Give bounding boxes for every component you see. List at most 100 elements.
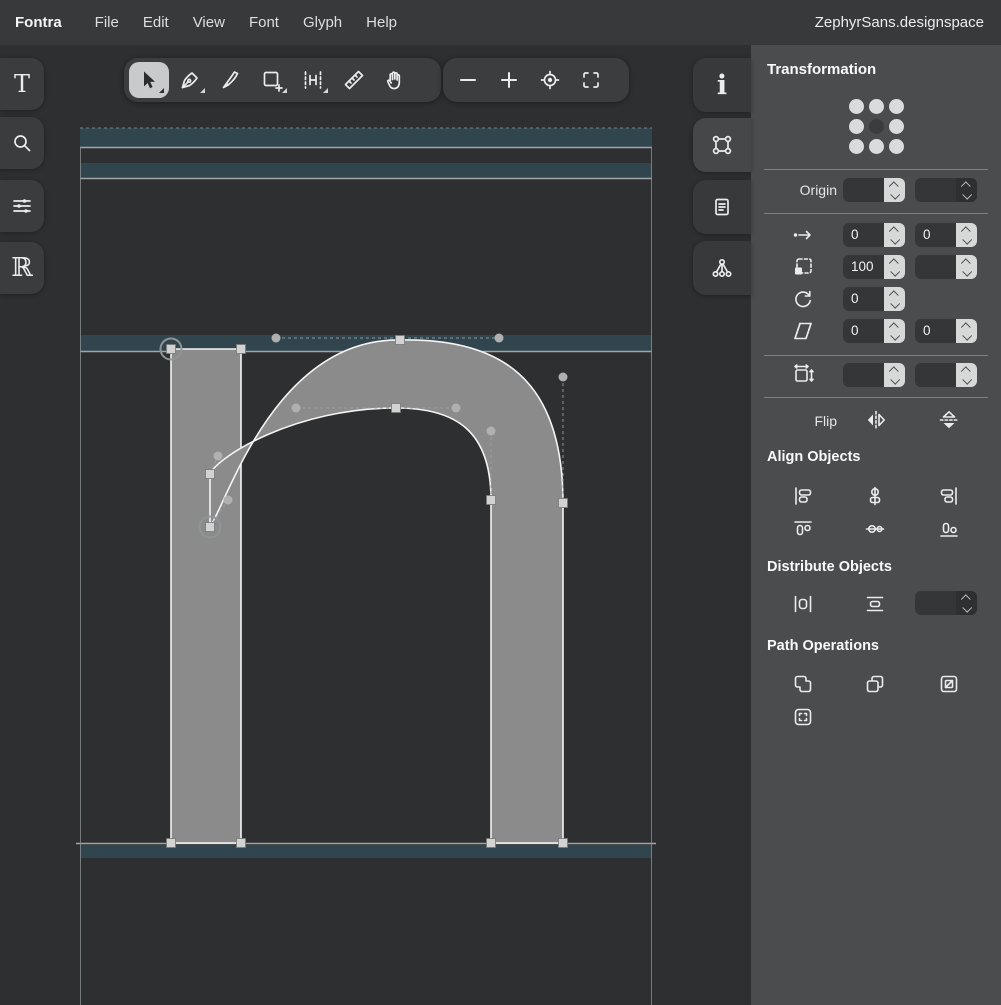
related-glyphs-icon	[712, 258, 732, 278]
flip-horizontal-button[interactable]	[861, 407, 891, 433]
document-title: ZephyrSans.designspace	[814, 14, 984, 31]
width-input[interactable]	[843, 363, 905, 387]
pen-tool-button[interactable]	[170, 62, 210, 98]
edit-tools-toolbar	[124, 58, 441, 102]
move-x-input[interactable]: 0	[843, 223, 905, 247]
origin-dot-middle-right[interactable]	[889, 119, 904, 134]
menu-file[interactable]: File	[95, 14, 119, 31]
distribute-value-stepper[interactable]	[956, 591, 977, 615]
skew-y-input[interactable]: 0	[915, 319, 977, 343]
origin-x-stepper[interactable]	[884, 178, 905, 202]
zoom-out-button[interactable]	[448, 62, 488, 98]
zoom-to-selection-button[interactable]	[530, 62, 570, 98]
origin-y-stepper[interactable]	[956, 178, 977, 202]
hand-tool-button[interactable]	[375, 62, 415, 98]
pointer-tool-button[interactable]	[129, 62, 169, 98]
origin-dot-bottom-center[interactable]	[869, 139, 884, 154]
align-left-icon	[795, 487, 812, 505]
measure-tool-button[interactable]	[334, 62, 374, 98]
skew-y-stepper[interactable]	[956, 319, 977, 343]
align-bottom-button[interactable]	[934, 516, 964, 542]
scale-icon	[787, 255, 819, 279]
path-ops-section-header: Path Operations	[767, 638, 879, 654]
origin-dot-bottom-left[interactable]	[849, 139, 864, 154]
align-top-icon	[794, 521, 812, 536]
origin-y-input[interactable]	[915, 178, 977, 202]
menu-view[interactable]: View	[193, 14, 225, 31]
rotate-input[interactable]: 0	[843, 287, 905, 311]
flip-vertical-icon	[939, 411, 959, 429]
move-y-input[interactable]: 0	[915, 223, 977, 247]
distribute-horizontal-button[interactable]	[788, 591, 818, 617]
align-middle-icon	[865, 525, 885, 534]
flip-label: Flip	[814, 413, 837, 429]
origin-selector	[849, 99, 904, 154]
knife-tool-button[interactable]	[211, 62, 251, 98]
ruler-icon	[344, 70, 364, 90]
origin-x-input[interactable]	[843, 178, 905, 202]
shape-tool-button[interactable]	[252, 62, 292, 98]
origin-dot-bottom-right[interactable]	[889, 139, 904, 154]
menu-help[interactable]: Help	[366, 14, 397, 31]
path-intersect-button[interactable]	[934, 671, 964, 697]
width-stepper[interactable]	[884, 363, 905, 387]
menu-glyph[interactable]: Glyph	[303, 14, 342, 31]
menu-font[interactable]: Font	[249, 14, 279, 31]
tab-designspace-navigation[interactable]	[0, 180, 44, 232]
origin-dot-middle-left[interactable]	[849, 119, 864, 134]
tab-reference-font[interactable]: ℝ	[0, 242, 44, 294]
notes-icon	[715, 198, 729, 216]
origin-dot-top-left[interactable]	[849, 99, 864, 114]
reference-font-icon: ℝ	[11, 253, 33, 283]
pointer-icon	[144, 71, 155, 89]
align-middle-button[interactable]	[860, 516, 890, 542]
align-right-button[interactable]	[934, 483, 964, 509]
move-x-stepper[interactable]	[884, 223, 905, 247]
height-input[interactable]	[915, 363, 977, 387]
distribute-vertical-button[interactable]	[860, 591, 890, 617]
path-subtract-button[interactable]	[860, 671, 890, 697]
tab-text-entry[interactable]: T	[0, 58, 44, 110]
divider	[764, 397, 988, 398]
align-center-button[interactable]	[860, 483, 890, 509]
zoom-fit-button[interactable]	[571, 62, 611, 98]
tab-glyph-info[interactable]: i	[693, 58, 751, 112]
scale-y-stepper[interactable]	[956, 255, 977, 279]
zoom-in-button[interactable]	[489, 62, 529, 98]
tab-related-glyphs[interactable]	[693, 241, 751, 295]
divider	[764, 169, 988, 170]
align-left-button[interactable]	[788, 483, 818, 509]
menu-edit[interactable]: Edit	[143, 14, 169, 31]
flip-vertical-button[interactable]	[934, 407, 964, 433]
origin-dot-top-center[interactable]	[869, 99, 884, 114]
distribute-value-input[interactable]	[915, 591, 977, 615]
move-y-stepper[interactable]	[956, 223, 977, 247]
scale-x-stepper[interactable]	[884, 255, 905, 279]
divider	[764, 355, 988, 356]
align-center-vertical-axis-icon	[869, 486, 881, 506]
skew-x-stepper[interactable]	[884, 319, 905, 343]
rotate-stepper[interactable]	[884, 287, 905, 311]
scale-y-input[interactable]	[915, 255, 977, 279]
knife-icon	[222, 71, 239, 89]
height-stepper[interactable]	[956, 363, 977, 387]
tab-glyph-search[interactable]	[0, 117, 44, 169]
origin-dot-center[interactable]	[869, 119, 884, 134]
glyph-scene[interactable]	[0, 45, 751, 1005]
skew-x-input[interactable]: 0	[843, 319, 905, 343]
path-exclude-button[interactable]	[788, 704, 818, 730]
tab-selection-transformation[interactable]	[693, 118, 751, 172]
plus-icon	[501, 72, 517, 88]
tab-glyph-notes[interactable]	[693, 180, 751, 234]
align-top-button[interactable]	[788, 516, 818, 542]
distribute-vertical-icon	[866, 596, 884, 612]
scale-x-input[interactable]: 100	[843, 255, 905, 279]
origin-dot-top-right[interactable]	[889, 99, 904, 114]
glyph-edit-canvas[interactable]: T ℝ i	[0, 45, 751, 1005]
menu-bar: Fontra File Edit View Font Glyph Help Ze…	[0, 0, 1001, 45]
align-bottom-icon	[940, 522, 958, 537]
origin-label: Origin	[799, 182, 837, 198]
metrics-tool-button[interactable]	[293, 62, 333, 98]
skew-icon	[787, 319, 819, 343]
path-union-button[interactable]	[788, 671, 818, 697]
